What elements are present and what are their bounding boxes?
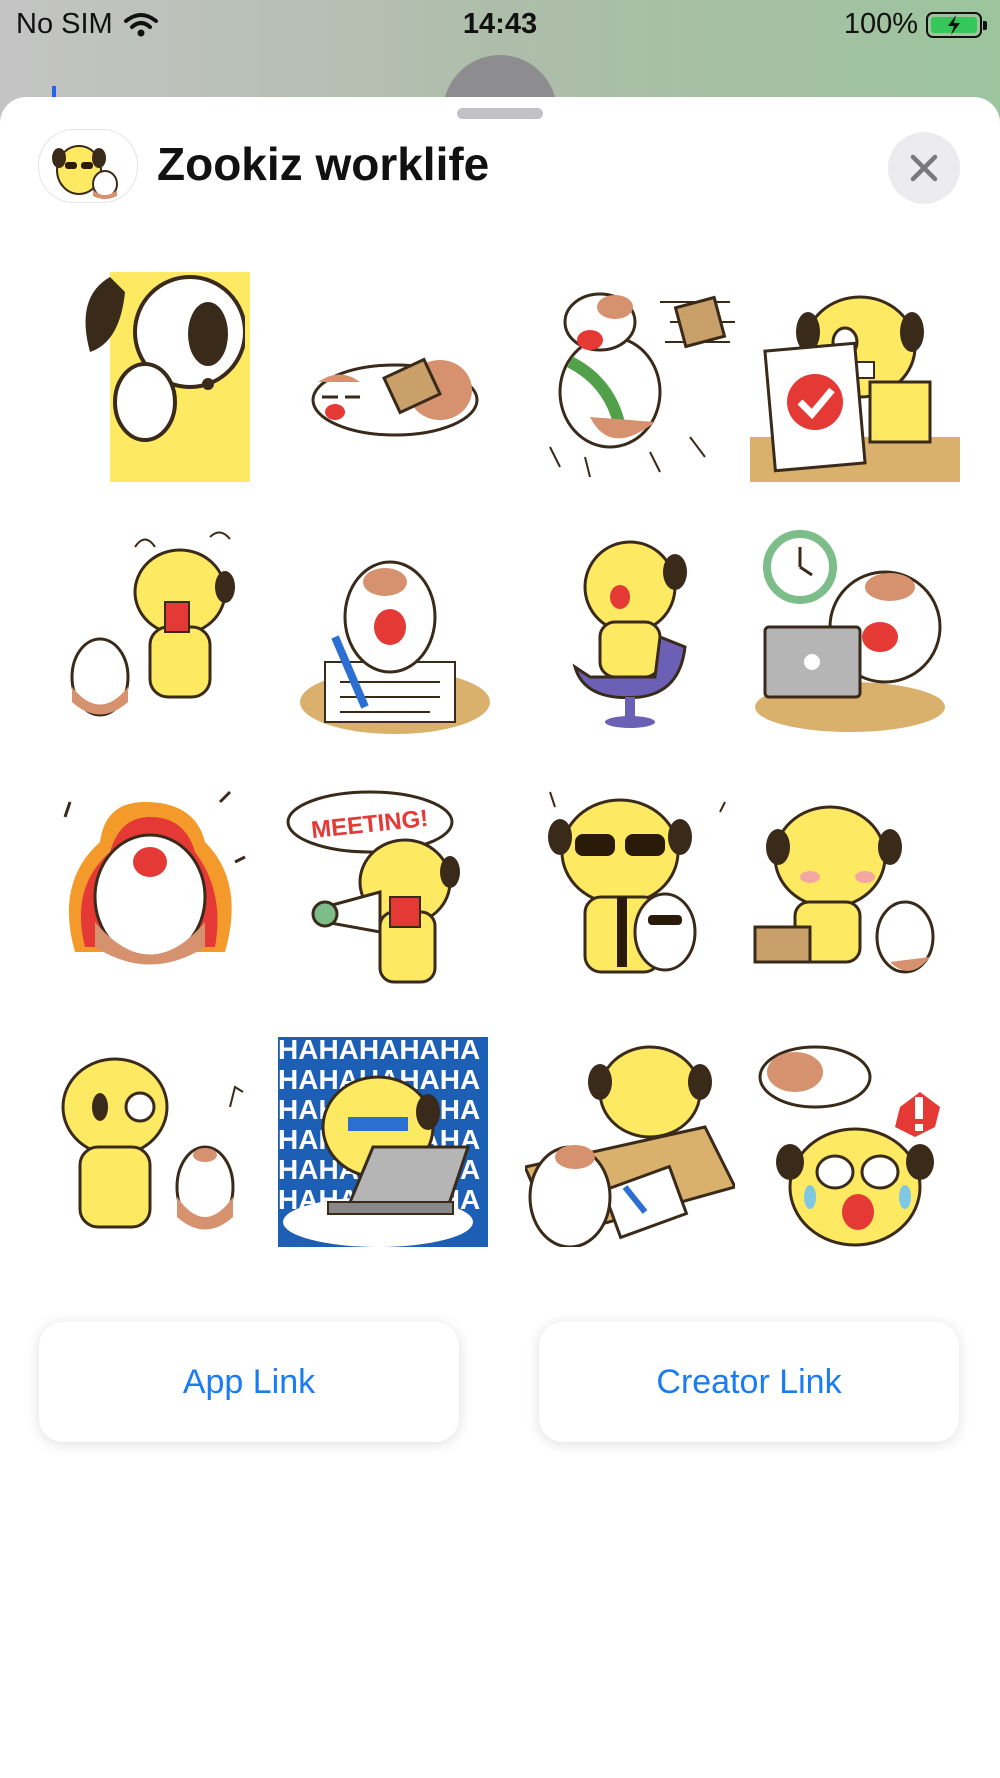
sticker-hamster-writing[interactable] <box>290 527 500 737</box>
pack-icon <box>38 129 138 203</box>
sticker-hamster-lying[interactable] <box>290 272 500 482</box>
sticker-dog-hamster-standing[interactable] <box>45 1037 255 1247</box>
status-bar: No SIM 14:43 100% <box>0 0 1000 50</box>
sticker-dog-meeting[interactable]: MEETING! <box>285 782 495 992</box>
close-icon <box>910 154 938 182</box>
sticker-hamster-fire[interactable] <box>45 782 255 992</box>
app-link-button[interactable]: App Link <box>39 1322 459 1442</box>
close-button[interactable] <box>888 132 960 204</box>
sticker-hamster-laptop[interactable] <box>750 527 960 737</box>
sticker-dog-blushing[interactable] <box>750 782 960 992</box>
battery-icon <box>926 11 987 38</box>
sticker-dog-peek[interactable] <box>40 272 250 482</box>
sticker-haha-laptop[interactable]: HAHAHAHAHA HAHAHAHAHA HAHAHAHAHA HAHAHAH… <box>278 1037 488 1247</box>
sticker-dog-chair[interactable] <box>530 527 740 737</box>
sticker-dog-crying[interactable] <box>750 1037 960 1247</box>
sticker-pack-sheet: Zookiz worklife MEETING! HAHAHAHAHA App … <box>0 97 1000 1778</box>
sticker-dog-approved[interactable] <box>750 272 960 482</box>
sticker-sunglasses-duo[interactable] <box>530 782 740 992</box>
sticker-dog-signing[interactable] <box>525 1037 735 1247</box>
status-right: 100% <box>843 8 987 41</box>
battery-percent: 100% <box>843 8 918 40</box>
sticker-hamster-running[interactable] <box>530 272 740 482</box>
sticker-dog-scolding[interactable] <box>45 527 255 737</box>
creator-link-button[interactable]: Creator Link <box>539 1322 959 1442</box>
haha-label: HAHAHAHAHA <box>278 1037 480 1065</box>
pack-title: Zookiz worklife <box>157 138 490 190</box>
sheet-grabber[interactable] <box>457 108 543 119</box>
